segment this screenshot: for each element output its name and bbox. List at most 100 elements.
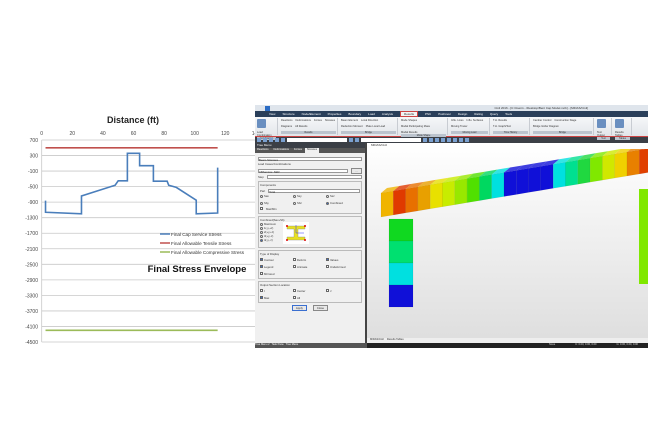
ribbon-item[interactable]: Construction Stage bbox=[554, 119, 576, 122]
result-type-select[interactable]: Beam Stresses bbox=[258, 156, 362, 162]
checkbox[interactable] bbox=[293, 296, 296, 299]
tool-icon[interactable] bbox=[269, 138, 273, 142]
panel-tab[interactable]: Forces bbox=[292, 148, 304, 153]
radio-button[interactable] bbox=[293, 194, 296, 198]
panel-bottom-tab[interactable]: Tree Menu 2 bbox=[255, 343, 270, 348]
ribbon-item[interactable]: Bridge Girder Diagram bbox=[533, 125, 559, 128]
radio-button[interactable] bbox=[326, 194, 329, 198]
ribbon-tab[interactable]: Query bbox=[490, 112, 498, 116]
ribbon-tab[interactable]: Results bbox=[400, 111, 419, 117]
checkbox[interactable] bbox=[293, 289, 296, 292]
ribbon-item[interactable]: Camber Control bbox=[533, 119, 551, 122]
ribbon-item[interactable]: All Results bbox=[295, 125, 307, 128]
ribbon-item[interactable]: Mode Shapes bbox=[401, 119, 417, 122]
tool-icon[interactable] bbox=[349, 138, 353, 142]
ribbon-item[interactable]: Forces bbox=[314, 119, 322, 122]
panel-tab[interactable]: Deformations bbox=[272, 148, 291, 153]
checkbox[interactable] bbox=[260, 272, 263, 275]
radio-button[interactable] bbox=[260, 194, 263, 198]
checkbox[interactable] bbox=[293, 265, 296, 268]
panel-tab[interactable]: Reactions bbox=[255, 148, 271, 153]
ribbon-item[interactable]: Moving Tracer bbox=[451, 125, 467, 128]
ribbon-tab[interactable]: Boundary bbox=[348, 112, 361, 116]
tool-icon[interactable] bbox=[453, 138, 457, 142]
tool-icon[interactable] bbox=[459, 138, 463, 142]
ribbon-tab[interactable]: Structure bbox=[282, 112, 294, 116]
radio-button[interactable] bbox=[260, 230, 263, 234]
ribbon-tab[interactable]: Load bbox=[368, 112, 375, 116]
ribbon-item[interactable]: T.H. Graph/Text bbox=[493, 125, 511, 128]
toolbar-field[interactable] bbox=[361, 138, 421, 142]
radio-button[interactable] bbox=[326, 201, 329, 205]
checkbox[interactable] bbox=[326, 289, 329, 292]
tool-icon[interactable] bbox=[281, 138, 285, 142]
panel-bottom-tab[interactable]: Tree Menu bbox=[286, 343, 298, 348]
checkbox[interactable] bbox=[260, 289, 263, 292]
load-case-select[interactable]: CBService: SER bbox=[258, 168, 349, 174]
checkbox[interactable] bbox=[260, 296, 263, 299]
ribbon-item[interactable]: Influ. Surfaces bbox=[467, 119, 484, 122]
tool-icon[interactable] bbox=[275, 138, 279, 142]
checkbox[interactable] bbox=[260, 258, 263, 261]
close-button[interactable]: Close bbox=[312, 305, 329, 311]
ribbon-tab[interactable]: Properties bbox=[328, 112, 342, 116]
tool-icon[interactable] bbox=[441, 138, 445, 142]
ribbon-item[interactable]: Beam Element bbox=[341, 119, 358, 122]
ribbon-item[interactable]: Deformations bbox=[296, 119, 311, 122]
option: Max bbox=[260, 296, 290, 300]
ribbon-item[interactable]: Influ. Lines bbox=[451, 119, 464, 122]
ribbon-tab[interactable]: PSC bbox=[425, 112, 431, 116]
ribbon-item[interactable]: Modal Participating Mass bbox=[401, 125, 430, 128]
tool-icon[interactable] bbox=[423, 138, 427, 142]
x-tick-label: 20 bbox=[70, 131, 76, 137]
beam-segment bbox=[553, 162, 566, 189]
toolbar-field[interactable] bbox=[287, 138, 347, 142]
ribbon-item[interactable]: Reduction Moment bbox=[341, 125, 363, 128]
ribbon-tab[interactable]: Pushover bbox=[438, 112, 451, 116]
radio-button[interactable] bbox=[260, 226, 263, 230]
ribbon-button-icon[interactable] bbox=[597, 119, 606, 128]
panel-tab[interactable]: Stresses bbox=[304, 148, 320, 153]
ribbon-tab[interactable]: Node/Element bbox=[302, 112, 321, 116]
tool-icon[interactable] bbox=[465, 138, 469, 142]
tool-icon[interactable] bbox=[355, 138, 359, 142]
tool-icon[interactable] bbox=[447, 138, 451, 142]
ribbon-button-icon[interactable] bbox=[615, 119, 624, 128]
checkbox[interactable] bbox=[260, 265, 263, 268]
checkbox[interactable] bbox=[293, 258, 296, 261]
ribbon-item[interactable]: Reactions bbox=[281, 119, 293, 122]
model-view[interactable]: MIDAS/Civil MIDAS/Civil Results Tables No… bbox=[367, 143, 648, 348]
ribbon-button-icon[interactable] bbox=[257, 119, 266, 128]
ribbon-tab[interactable]: Tools bbox=[505, 112, 512, 116]
apply-button[interactable]: Apply bbox=[291, 305, 307, 311]
ribbon-tab[interactable]: View bbox=[269, 112, 275, 116]
ribbon-item[interactable]: T.H. Results bbox=[493, 119, 507, 122]
ribbon-item[interactable]: Diagrams bbox=[281, 125, 292, 128]
tool-icon[interactable] bbox=[263, 138, 267, 142]
radio-button[interactable] bbox=[293, 201, 296, 205]
load-more-button[interactable]: … bbox=[351, 167, 362, 174]
y-tick-label: -2900 bbox=[25, 278, 38, 284]
option-label: Animate bbox=[297, 264, 308, 269]
ribbon-tab[interactable]: Analysis bbox=[382, 112, 393, 116]
step-select[interactable] bbox=[266, 175, 362, 179]
y-tick-label: -4500 bbox=[25, 340, 38, 346]
ribbon-item[interactable]: Stresses bbox=[325, 119, 335, 122]
tool-icon[interactable] bbox=[429, 138, 433, 142]
max-min-checkbox[interactable] bbox=[260, 207, 263, 210]
radio-button[interactable] bbox=[260, 222, 263, 226]
checkbox[interactable] bbox=[326, 258, 329, 261]
ribbon-item[interactable]: Plate Local Load bbox=[366, 125, 385, 128]
tool-icon[interactable] bbox=[435, 138, 439, 142]
part-select[interactable]: Total bbox=[268, 188, 360, 194]
radio-button[interactable] bbox=[260, 238, 263, 242]
panel-bottom-tab[interactable]: Task Pane bbox=[272, 343, 284, 348]
ribbon-tab[interactable]: Design bbox=[458, 112, 467, 116]
tool-icon[interactable] bbox=[257, 138, 261, 142]
ribbon-group: Text Output Text bbox=[596, 118, 612, 140]
ribbon-item[interactable]: Local Direction bbox=[361, 119, 378, 122]
ribbon-tab[interactable]: Rating bbox=[474, 112, 483, 116]
checkbox[interactable] bbox=[326, 265, 329, 268]
radio-button[interactable] bbox=[260, 201, 263, 205]
radio-button[interactable] bbox=[260, 234, 263, 238]
